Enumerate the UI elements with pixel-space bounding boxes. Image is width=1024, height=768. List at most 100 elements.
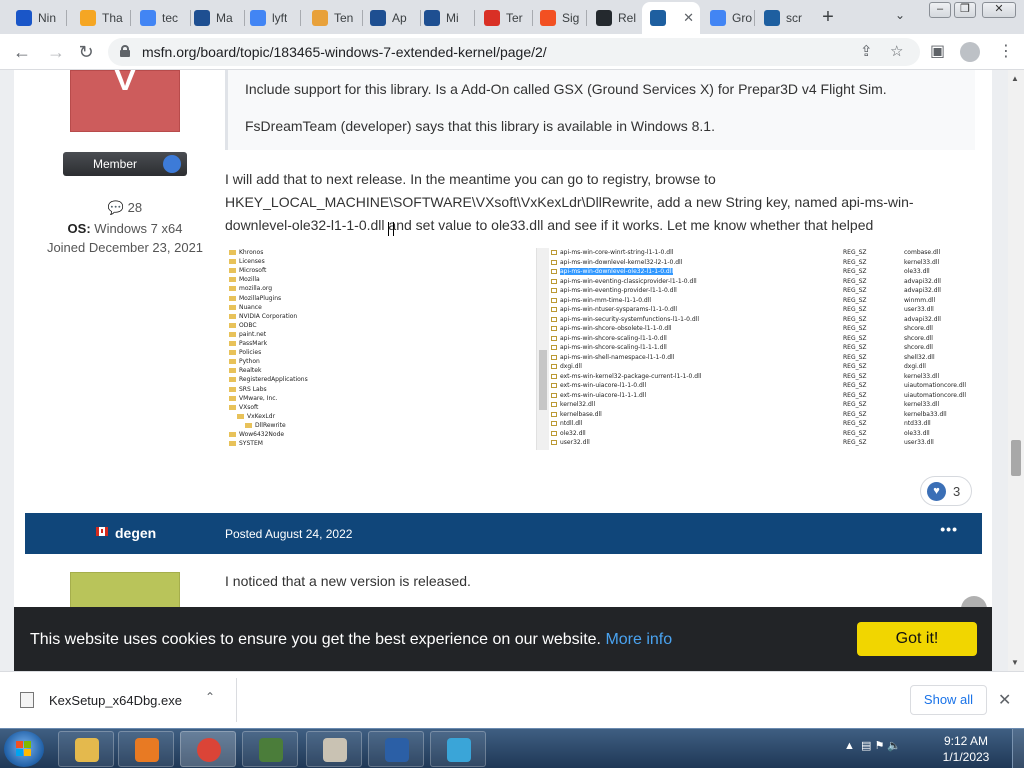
folder-icon: [229, 368, 236, 374]
reaction-button[interactable]: ♥ 3: [920, 476, 972, 506]
msfn-taskbar-button[interactable]: [368, 731, 424, 767]
explorer-taskbar-button[interactable]: [58, 731, 114, 767]
chrome-taskbar-button[interactable]: [180, 731, 236, 767]
post-date[interactable]: Posted August 24, 2022: [225, 527, 352, 541]
browser-tab[interactable]: tec: [132, 4, 192, 32]
registry-key-name: ODBC: [239, 321, 257, 329]
media-taskbar-button[interactable]: [118, 731, 174, 767]
browser-tab[interactable]: Sig: [532, 4, 588, 32]
browser-tab[interactable]: scr: [756, 4, 812, 32]
post-text-line: HKEY_LOCAL_MACHINE\SOFTWARE\VXsoft\VxKex…: [225, 194, 914, 210]
tray-arrow-icon[interactable]: ▲: [844, 740, 855, 752]
show-desktop-button[interactable]: [1012, 729, 1024, 768]
page-right-gutter: [992, 70, 1008, 671]
post-menu-button[interactable]: •••: [940, 521, 958, 537]
profile-avatar-icon[interactable]: [960, 42, 980, 62]
value-type: REG_SZ: [843, 439, 867, 446]
flag-icon[interactable]: ⚑: [874, 740, 884, 752]
url-text[interactable]: msfn.org/board/topic/183465-windows-7-ex…: [142, 44, 547, 60]
tab-title: lyft: [272, 11, 288, 25]
value-name: api-ms-win-ntuser-sysparams-l1-1-0.dll: [560, 306, 678, 313]
scroll-up-arrow-icon[interactable]: ▲: [1011, 74, 1019, 83]
page-scrollbar[interactable]: ▲ ▼: [1008, 70, 1024, 671]
network-icon[interactable]: ▤: [861, 740, 871, 752]
member-icon: [163, 155, 181, 173]
folder-icon: [75, 738, 99, 762]
value-name: ntdll.dll: [560, 420, 583, 427]
value-data: dxgi.dll: [904, 363, 926, 370]
browser-tab[interactable]: ✕: [642, 2, 700, 34]
browser-tab[interactable]: Gro: [702, 4, 756, 32]
close-icon[interactable]: ✕: [998, 690, 1011, 710]
browser-tab[interactable]: Ap: [362, 4, 422, 32]
registry-key-name: Wow6432Node: [239, 431, 285, 438]
tray-icons[interactable]: ▲ ▤ ⚑ 🔈: [844, 739, 901, 752]
tool-taskbar-button[interactable]: [306, 731, 362, 767]
browser-tab[interactable]: Ter: [476, 4, 534, 32]
address-bar[interactable]: msfn.org/board/topic/183465-windows-7-ex…: [108, 38, 920, 66]
registry-key-name: SRS Labs: [239, 385, 267, 393]
start-button[interactable]: [4, 731, 44, 767]
string-value-icon: [551, 278, 557, 284]
back-button[interactable]: ←: [10, 40, 34, 64]
scrollbar-thumb[interactable]: [1011, 440, 1021, 476]
got-it-button[interactable]: Got it!: [857, 622, 977, 656]
folder-icon: [237, 413, 244, 419]
registry-screenshot[interactable]: Khronos Licenses Microsoft Mozilla mozilla.o…: [225, 248, 967, 450]
registry-value-row: kernelbase.dll REG_SZ kernelba33.dll: [551, 411, 961, 420]
browser-tab[interactable]: Rel: [588, 4, 644, 32]
browser-tab[interactable]: Ma: [186, 4, 246, 32]
value-name: ext-ms-win-uiacore-l1-1-1.dll: [560, 391, 647, 399]
menu-kebab-icon[interactable]: ⋮: [998, 41, 1014, 61]
registry-key: Khronos: [229, 249, 263, 256]
close-window-button[interactable]: ✕: [982, 2, 1016, 18]
folder-icon: [229, 331, 236, 337]
value-name: api-ms-win-eventing-provider-l1-1-0.dll: [560, 287, 677, 294]
clock[interactable]: 9:12 AM 1/1/2023: [930, 733, 1002, 765]
file-icon: [20, 692, 34, 708]
value-data: uiautomationcore.dll: [904, 382, 967, 389]
chrome-icon: [197, 738, 221, 762]
post-count[interactable]: 💬 28: [0, 200, 250, 216]
restore-button[interactable]: ❐: [954, 2, 976, 18]
chevron-up-icon[interactable]: ⌃: [205, 690, 215, 704]
registry-key: MozillaPlugins: [229, 295, 281, 302]
msfn-icon: [424, 10, 440, 26]
terminal-taskbar-button[interactable]: [242, 731, 298, 767]
volume-icon[interactable]: 🔈: [887, 740, 901, 752]
minimize-button[interactable]: –: [929, 2, 951, 18]
user-avatar[interactable]: V: [70, 70, 180, 132]
folder-icon: [229, 377, 236, 383]
value-type: REG_SZ: [843, 401, 867, 408]
value-name: ext-ms-win-uiacore-l1-1-0.dll: [560, 382, 647, 389]
tab-title: Ap: [392, 11, 407, 25]
tab-search-button[interactable]: ⌄: [895, 8, 905, 22]
value-type: REG_SZ: [843, 268, 867, 275]
browser-tab[interactable]: lyft: [242, 4, 302, 32]
reload-button[interactable]: ↻: [74, 40, 98, 64]
registry-value-row: api-ms-win-downlevel-ole32-l1-1-0.dll REG…: [551, 268, 961, 277]
value-data: ole33.dll: [904, 429, 930, 437]
browser-tab[interactable]: Ten: [304, 4, 364, 32]
browser-tab[interactable]: Mi: [416, 4, 476, 32]
lock-icon[interactable]: [120, 45, 130, 57]
tab-close-icon[interactable]: ✕: [683, 10, 694, 26]
share-icon[interactable]: ⇪: [860, 42, 873, 60]
download-bar: KexSetup_x64Dbg.exe ⌃ Show all ✕: [0, 671, 1024, 728]
forward-button[interactable]: →: [44, 40, 68, 64]
post-author[interactable]: degen: [115, 525, 156, 541]
browser-tab[interactable]: Nin: [8, 4, 68, 32]
download-filename[interactable]: KexSetup_x64Dbg.exe: [49, 693, 182, 708]
browser-tab[interactable]: Tha: [72, 4, 132, 32]
new-tab-button[interactable]: +: [816, 6, 840, 30]
bookmark-star-icon[interactable]: ☆: [890, 42, 903, 60]
registry-value-row: ntdll.dll REG_SZ ntd33.dll: [551, 420, 961, 429]
side-panel-icon[interactable]: ▣: [930, 41, 945, 61]
show-all-button[interactable]: Show all: [910, 685, 987, 715]
gauge-icon: [323, 738, 347, 762]
scroll-down-arrow-icon[interactable]: ▼: [1011, 658, 1019, 667]
user-avatar[interactable]: [70, 572, 180, 612]
blocks-taskbar-button[interactable]: [430, 731, 486, 767]
clock-date: 1/1/2023: [942, 750, 990, 764]
more-info-link[interactable]: More info: [605, 631, 672, 648]
